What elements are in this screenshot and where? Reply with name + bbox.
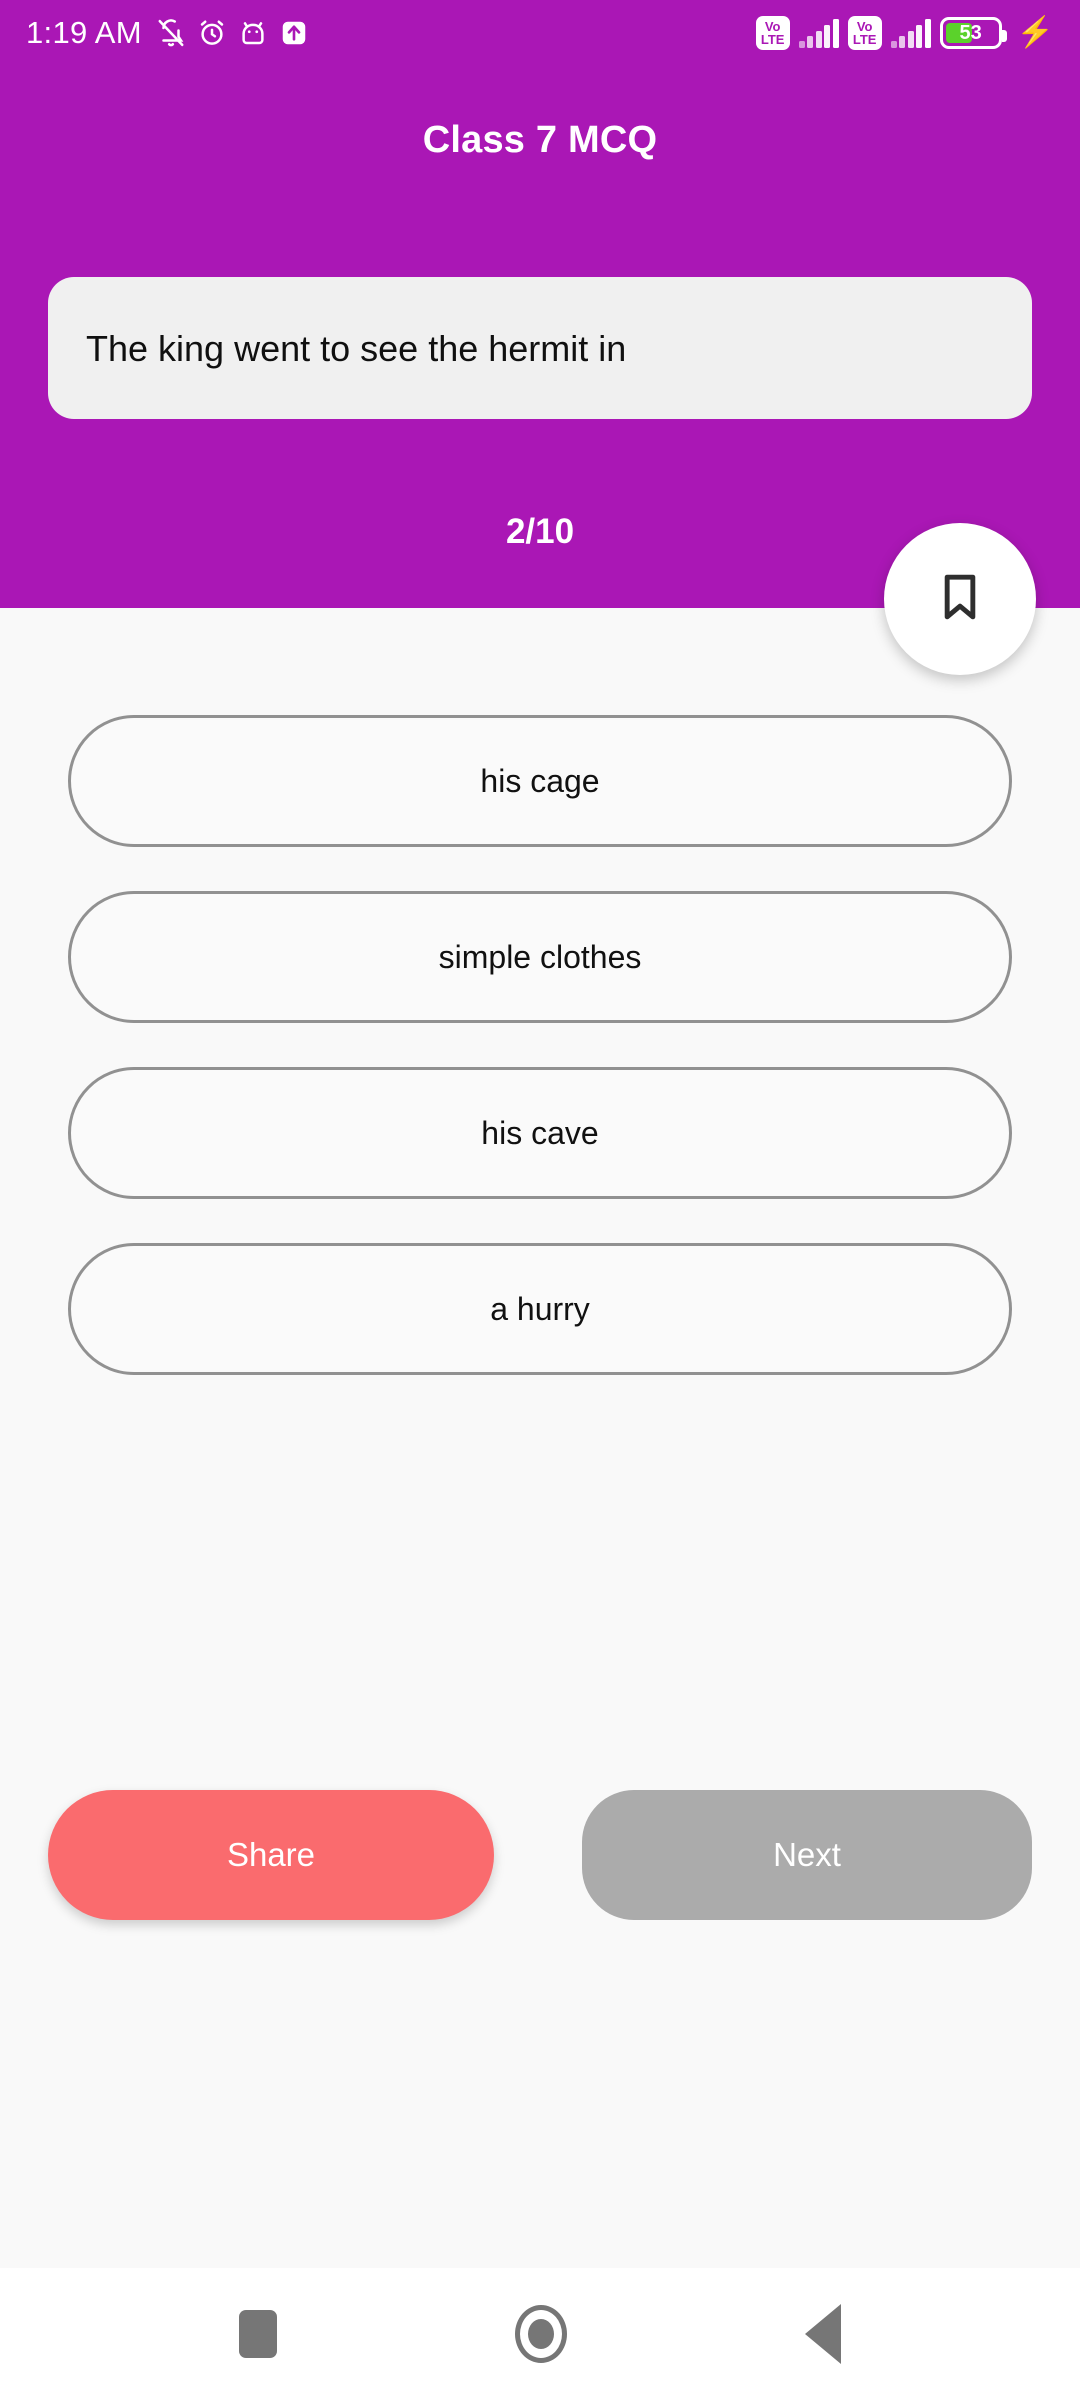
volte-sim2-bottom: LTE	[852, 32, 877, 47]
question-card: The king went to see the hermit in	[48, 277, 1032, 419]
option-label: simple clothes	[438, 938, 642, 975]
status-bar: 1:19 AM Vo LTE Vo LTE 53 ⚡	[0, 0, 1080, 66]
status-bar-right: Vo LTE Vo LTE 53 ⚡	[755, 16, 1054, 50]
option-label: a hurry	[490, 1290, 590, 1327]
question-text: The king went to see the hermit in	[86, 327, 627, 369]
signal-strength-sim2-icon	[890, 18, 931, 48]
bell-muted-icon	[156, 18, 186, 48]
upload-arrow-icon	[279, 18, 309, 48]
action-bar: Share Next	[0, 1790, 1080, 1920]
status-bar-left: 1:19 AM	[26, 15, 309, 51]
bookmark-icon	[932, 569, 988, 630]
volte-sim1-icon: Vo LTE	[755, 16, 790, 50]
share-button[interactable]: Share	[48, 1790, 494, 1920]
volte-sim1-bottom: LTE	[760, 32, 785, 47]
option-button-4[interactable]: a hurry	[68, 1243, 1012, 1375]
android-nav-bar	[0, 2268, 1080, 2400]
app-screen: 1:19 AM Vo LTE Vo LTE 53 ⚡ Class 7 MCQ T…	[0, 0, 1080, 2400]
option-label: his cave	[481, 1114, 599, 1151]
status-bar-clock: 1:19 AM	[26, 15, 142, 50]
bookmark-button[interactable]	[884, 523, 1036, 675]
option-label: his cage	[480, 762, 600, 799]
options-list: his cage simple clothes his cave a hurry	[0, 715, 1080, 1419]
home-circle-icon[interactable]	[515, 2305, 567, 2363]
option-button-3[interactable]: his cave	[68, 1067, 1012, 1199]
next-button[interactable]: Next	[582, 1790, 1032, 1920]
option-button-1[interactable]: his cage	[68, 715, 1012, 847]
alarm-clock-icon	[197, 18, 227, 48]
recents-square-icon[interactable]	[239, 2310, 277, 2358]
page-title: Class 7 MCQ	[422, 118, 658, 161]
battery-percent-label: 53	[959, 21, 982, 44]
volte-sim2-icon: Vo LTE	[847, 16, 882, 50]
charging-bolt-icon: ⚡	[1016, 16, 1054, 49]
back-triangle-icon[interactable]	[805, 2304, 841, 2364]
signal-strength-sim1-icon	[798, 18, 839, 48]
app-header: 1:19 AM Vo LTE Vo LTE 53 ⚡ Class 7 MCQ T…	[0, 0, 1080, 608]
option-button-2[interactable]: simple clothes	[68, 891, 1012, 1023]
android-head-icon	[238, 18, 268, 48]
battery-icon: 53	[939, 17, 1007, 49]
